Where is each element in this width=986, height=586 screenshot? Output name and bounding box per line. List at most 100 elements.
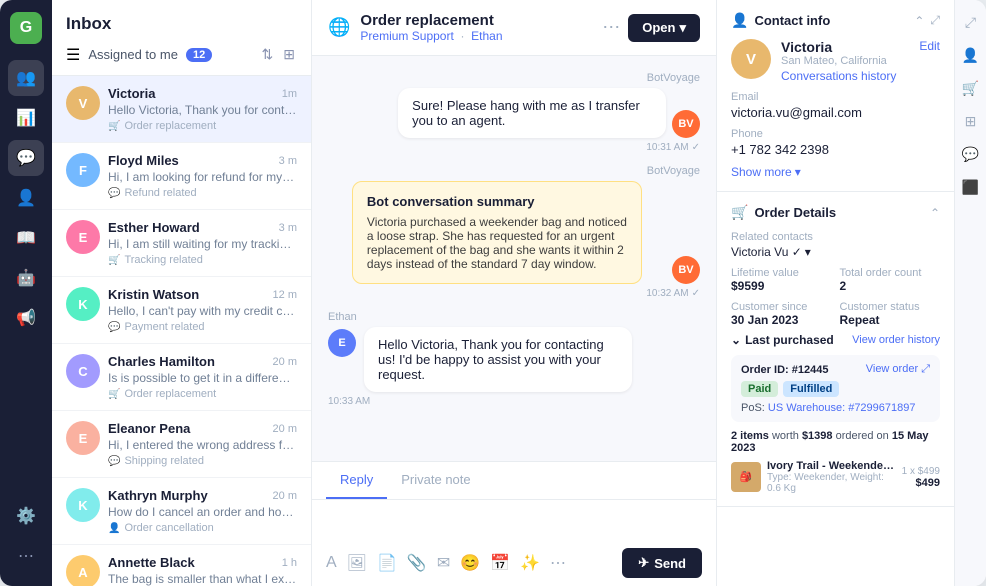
tab-private-note[interactable]: Private note <box>387 462 484 499</box>
conv-time: 1m <box>282 88 297 100</box>
toolbar-text-icon[interactable]: A <box>326 554 337 572</box>
conv-content: Annette Black 1 h The bag is smaller tha… <box>108 555 297 586</box>
right-panel: 👤 Contact info ⌃ ⤢ V Victoria San Mateo,… <box>716 0 954 586</box>
right-icon-user[interactable]: 👤 <box>958 43 983 68</box>
conv-preview: Hello, I can't pay with my credit card. <box>108 304 297 318</box>
toolbar-email-icon[interactable]: ✉ <box>437 553 450 573</box>
msg-sender: BotVoyage <box>328 72 700 84</box>
right-icon-cart[interactable]: 🛒 <box>958 76 983 101</box>
toolbar-emoji-icon[interactable]: 😊 <box>460 553 480 573</box>
nav-icon-more[interactable]: ⋯ <box>8 538 44 574</box>
chat-header-info: Order replacement Premium Support · Etha… <box>360 12 592 43</box>
open-label: Open <box>642 20 675 35</box>
open-button[interactable]: Open ▾ <box>628 14 700 42</box>
nav-icon-contacts[interactable]: 👤 <box>8 180 44 216</box>
nav-icon-settings[interactable]: ⚙️ <box>8 498 44 534</box>
sort-icon[interactable]: ⇅ <box>260 44 276 65</box>
filter-badge: 12 <box>186 48 212 62</box>
tag-label: Tracking related <box>124 254 202 266</box>
toolbar-more-icon[interactable]: ⋯ <box>550 553 566 573</box>
customer-since-field: Customer since 30 Jan 2023 <box>731 301 832 327</box>
right-icon-chat[interactable]: 💬 <box>958 142 983 167</box>
conversation-item[interactable]: E Eleanor Pena 20 m Hi, I entered the wr… <box>52 411 311 478</box>
customer-status-label: Customer status <box>840 301 941 313</box>
view-order-link[interactable]: View order ⤢ <box>866 363 930 376</box>
show-more-button[interactable]: Show more ▾ <box>731 165 940 179</box>
toolbar-attach-icon[interactable]: 📎 <box>407 553 427 573</box>
send-button[interactable]: ✈ Send <box>622 548 702 578</box>
toolbar-image-icon[interactable]: 🖼 <box>347 553 367 573</box>
last-purchased-row: ⌄ Last purchased View order history <box>731 333 940 347</box>
chat-title: Order replacement <box>360 12 592 29</box>
order-id: Order ID: #12445 <box>741 364 828 376</box>
right-icon-grid[interactable]: ⊞ <box>961 109 981 134</box>
conv-content: Victoria 1m Hello Victoria, Thank you fo… <box>108 86 297 132</box>
msg-time-2: 10:32 AM <box>646 288 688 299</box>
conversation-item[interactable]: E Esther Howard 3 m Hi, I am still waiti… <box>52 210 311 277</box>
nav-icon-book[interactable]: 📖 <box>8 220 44 256</box>
conv-name: Esther Howard <box>108 220 200 235</box>
phone-field: Phone +1 782 342 2398 <box>731 128 940 157</box>
conversation-item[interactable]: A Annette Black 1 h The bag is smaller t… <box>52 545 311 586</box>
more-options-button[interactable]: ⋯ <box>602 17 620 38</box>
toolbar-calendar-icon[interactable]: 📅 <box>490 553 510 573</box>
product-name: Ivory Trail - Weekender Bag <box>767 460 896 472</box>
contact-avatar: V <box>731 39 771 79</box>
contact-edit-link[interactable]: Edit <box>919 39 940 53</box>
conv-name: Charles Hamilton <box>108 354 215 369</box>
view-order-history-link[interactable]: View order history <box>852 334 940 346</box>
chat-area: 🌐 Order replacement Premium Support · Et… <box>312 0 716 586</box>
email-value: victoria.vu@gmail.com <box>731 105 940 120</box>
conv-top: Eleanor Pena 20 m <box>108 421 297 436</box>
order-section-title: 🛒 Order Details <box>731 204 836 221</box>
tag-icon: 💬 <box>108 188 120 199</box>
nav-icon-megaphone[interactable]: 📢 <box>8 300 44 336</box>
tag-label: Refund related <box>124 187 196 199</box>
reply-editor[interactable] <box>312 500 716 540</box>
right-icon-square[interactable]: ⬛ <box>958 175 983 200</box>
conv-time: 3 m <box>279 222 297 234</box>
dropdown-chevron-icon: ▾ <box>679 20 686 36</box>
conversation-item[interactable]: K Kathryn Murphy 20 m How do I cancel an… <box>52 478 311 545</box>
nav-icon-bot[interactable]: 🤖 <box>8 260 44 296</box>
toolbar-article-icon[interactable]: 📄 <box>377 553 397 573</box>
conv-preview: The bag is smaller than what I expected <box>108 572 297 586</box>
nav-icon-inbox[interactable]: 👥 <box>8 60 44 96</box>
user-icon: 👤 <box>731 12 748 29</box>
tag-icon: 👤 <box>108 523 120 534</box>
conversation-item[interactable]: C Charles Hamilton 20 m Is is possible t… <box>52 344 311 411</box>
related-contacts-value[interactable]: Victoria Vu ✓ ▾ <box>731 245 940 259</box>
tag-icon: 🛒 <box>108 121 120 132</box>
tag-label: Payment related <box>124 321 204 333</box>
nav-icon-reports[interactable]: 📊 <box>8 100 44 136</box>
contact-expand-icon[interactable]: ⤢ <box>930 13 940 28</box>
conv-avatar: V <box>66 86 100 120</box>
order-card: Order ID: #12445 View order ⤢ Paid Fulfi… <box>731 355 940 422</box>
conversation-item[interactable]: F Floyd Miles 3 m Hi, I am looking for r… <box>52 143 311 210</box>
conv-avatar: F <box>66 153 100 187</box>
filter-icon[interactable]: ⊞ <box>281 44 297 65</box>
chat-agent[interactable]: Ethan <box>471 29 502 43</box>
toolbar-magic-icon[interactable]: ✨ <box>520 553 540 573</box>
conv-top: Annette Black 1 h <box>108 555 297 570</box>
tab-reply[interactable]: Reply <box>326 462 387 499</box>
product-price: $499 <box>902 477 940 489</box>
chat-channel: Premium Support <box>360 29 453 43</box>
order-section-chevron[interactable]: ⌃ <box>930 206 940 220</box>
chat-header-actions: ⋯ Open ▾ <box>602 14 700 42</box>
contact-history-link[interactable]: Conversations history <box>781 69 896 83</box>
reply-tabs: Reply Private note <box>312 462 716 500</box>
right-icon-expand[interactable]: ⤢ <box>961 10 980 35</box>
conversation-item[interactable]: K Kristin Watson 12 m Hello, I can't pay… <box>52 277 311 344</box>
contact-section-chevron[interactable]: ⌃ <box>914 14 924 28</box>
conv-top: Victoria 1m <box>108 86 297 101</box>
nav-icon-chat[interactable]: 💬 <box>8 140 44 176</box>
contact-details: Victoria San Mateo, California Conversat… <box>781 39 896 83</box>
conversation-item[interactable]: V Victoria 1m Hello Victoria, Thank you … <box>52 76 311 143</box>
customer-status-value: Repeat <box>840 313 941 327</box>
pos-link[interactable]: US Warehouse: #7299671897 <box>768 402 916 414</box>
tag-label: Order cancellation <box>124 522 213 534</box>
tag-icon: 🛒 <box>108 389 120 400</box>
related-contacts-label: Related contacts <box>731 231 940 243</box>
total-orders-field: Total order count 2 <box>840 267 941 293</box>
